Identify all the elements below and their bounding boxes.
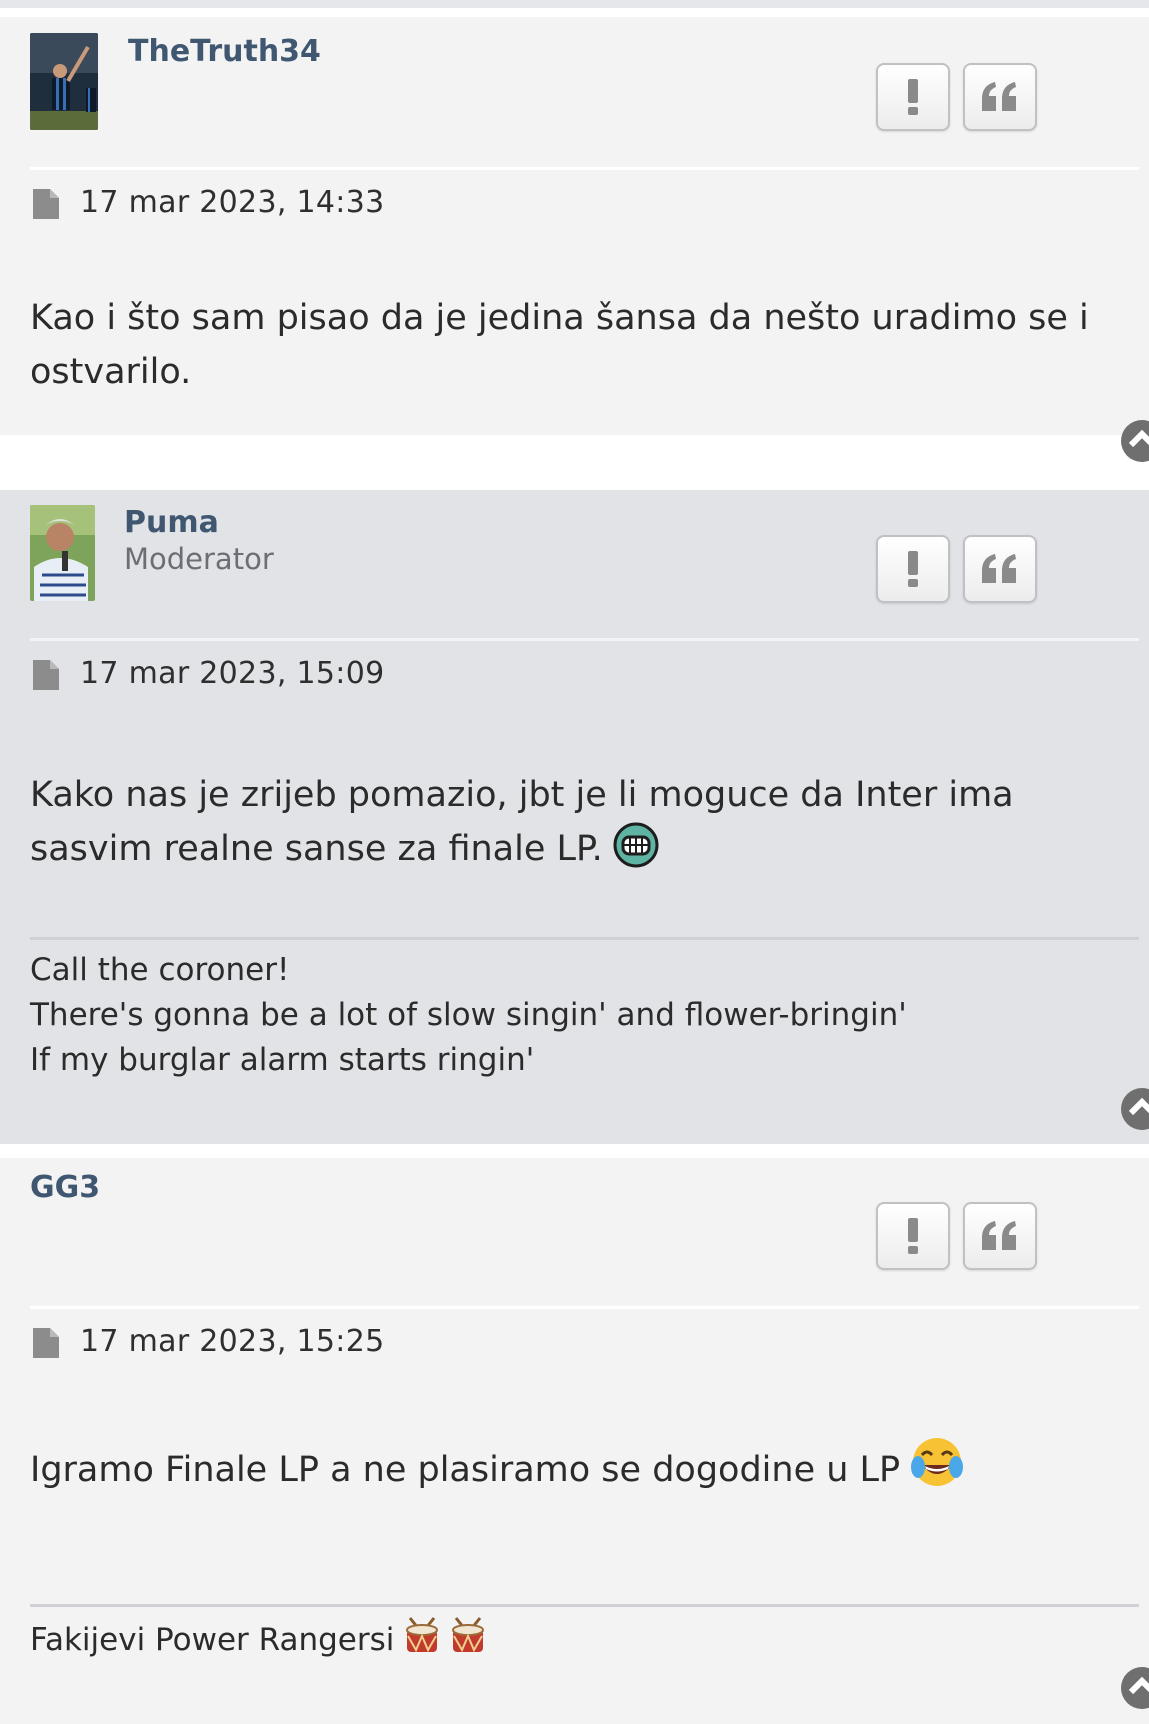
exclamation-icon [908, 79, 918, 115]
post-divider [30, 638, 1139, 641]
quote-button[interactable] [963, 535, 1037, 603]
chevron-up-circle-icon[interactable] [1120, 1087, 1149, 1131]
file-icon [33, 660, 59, 690]
signature: Fakijevi Power Rangersi [30, 1616, 1130, 1663]
quote-button[interactable] [963, 63, 1037, 131]
post-content: Igramo Finale LP a ne plasiramo se dogod… [30, 1435, 1130, 1497]
signature-line: Call the coroner! [30, 952, 290, 988]
signature-divider [30, 1604, 1139, 1607]
exclamation-icon [908, 551, 918, 587]
top-border [0, 0, 1149, 8]
file-icon [33, 1328, 59, 1358]
drum-emoji-icon [452, 1617, 485, 1653]
topic-page: TheTruth34 17 mar 2023, 14:33 Kao i što … [0, 0, 1149, 1724]
user-rank: Moderator [124, 542, 274, 576]
post-author[interactable]: TheTruth34 [128, 34, 321, 69]
signature-divider [30, 937, 1139, 940]
exclamation-icon [908, 1218, 918, 1254]
post: TheTruth34 17 mar 2023, 14:33 Kao i što … [0, 17, 1149, 462]
post-content-text: Kako nas je zrijeb pomazio, jbt je li mo… [30, 775, 1014, 869]
post-author[interactable]: Puma [124, 505, 219, 540]
grin-smiley-icon [613, 822, 659, 868]
post-content: Kao i što sam pisao da je jedina šansa d… [30, 298, 1089, 392]
quote-icon [982, 82, 1016, 111]
post-divider [30, 1306, 1139, 1309]
signature-line: Fakijevi Power Rangersi [30, 1622, 395, 1658]
post-content-text: Igramo Finale LP a ne plasiramo se dogod… [30, 1450, 901, 1490]
signature: Call the coroner! There's gonna be a lot… [30, 948, 1130, 1083]
post-date[interactable]: 17 mar 2023, 15:09 [80, 656, 384, 691]
report-button[interactable] [876, 535, 950, 603]
signature-line: If my burglar alarm starts ringin' [30, 1042, 535, 1078]
quote-icon [982, 1221, 1016, 1250]
avatar[interactable] [30, 505, 95, 601]
report-button[interactable] [876, 63, 950, 131]
post: Puma Moderator 17 mar 2023, 15:09 Kako n… [0, 490, 1149, 1144]
post-date[interactable]: 17 mar 2023, 14:33 [80, 185, 384, 220]
file-icon [33, 189, 59, 219]
post-date[interactable]: 17 mar 2023, 15:25 [80, 1324, 384, 1359]
drum-emoji-icon [406, 1617, 439, 1653]
tears-of-joy-emoji-icon [911, 1438, 964, 1486]
post-divider [30, 167, 1139, 170]
avatar[interactable] [30, 33, 98, 130]
chevron-up-circle-icon[interactable] [1120, 1666, 1149, 1710]
chevron-up-circle-icon[interactable] [1120, 419, 1149, 463]
post-content: Kako nas je zrijeb pomazio, jbt je li mo… [30, 768, 1130, 876]
quote-icon [982, 554, 1016, 583]
post: GG3 17 mar 2023, 15:25 Igramo Finale LP … [0, 1158, 1149, 1724]
signature-line: There's gonna be a lot of slow singin' a… [30, 997, 907, 1033]
report-button[interactable] [876, 1202, 950, 1270]
post-author[interactable]: GG3 [30, 1170, 100, 1205]
quote-button[interactable] [963, 1202, 1037, 1270]
